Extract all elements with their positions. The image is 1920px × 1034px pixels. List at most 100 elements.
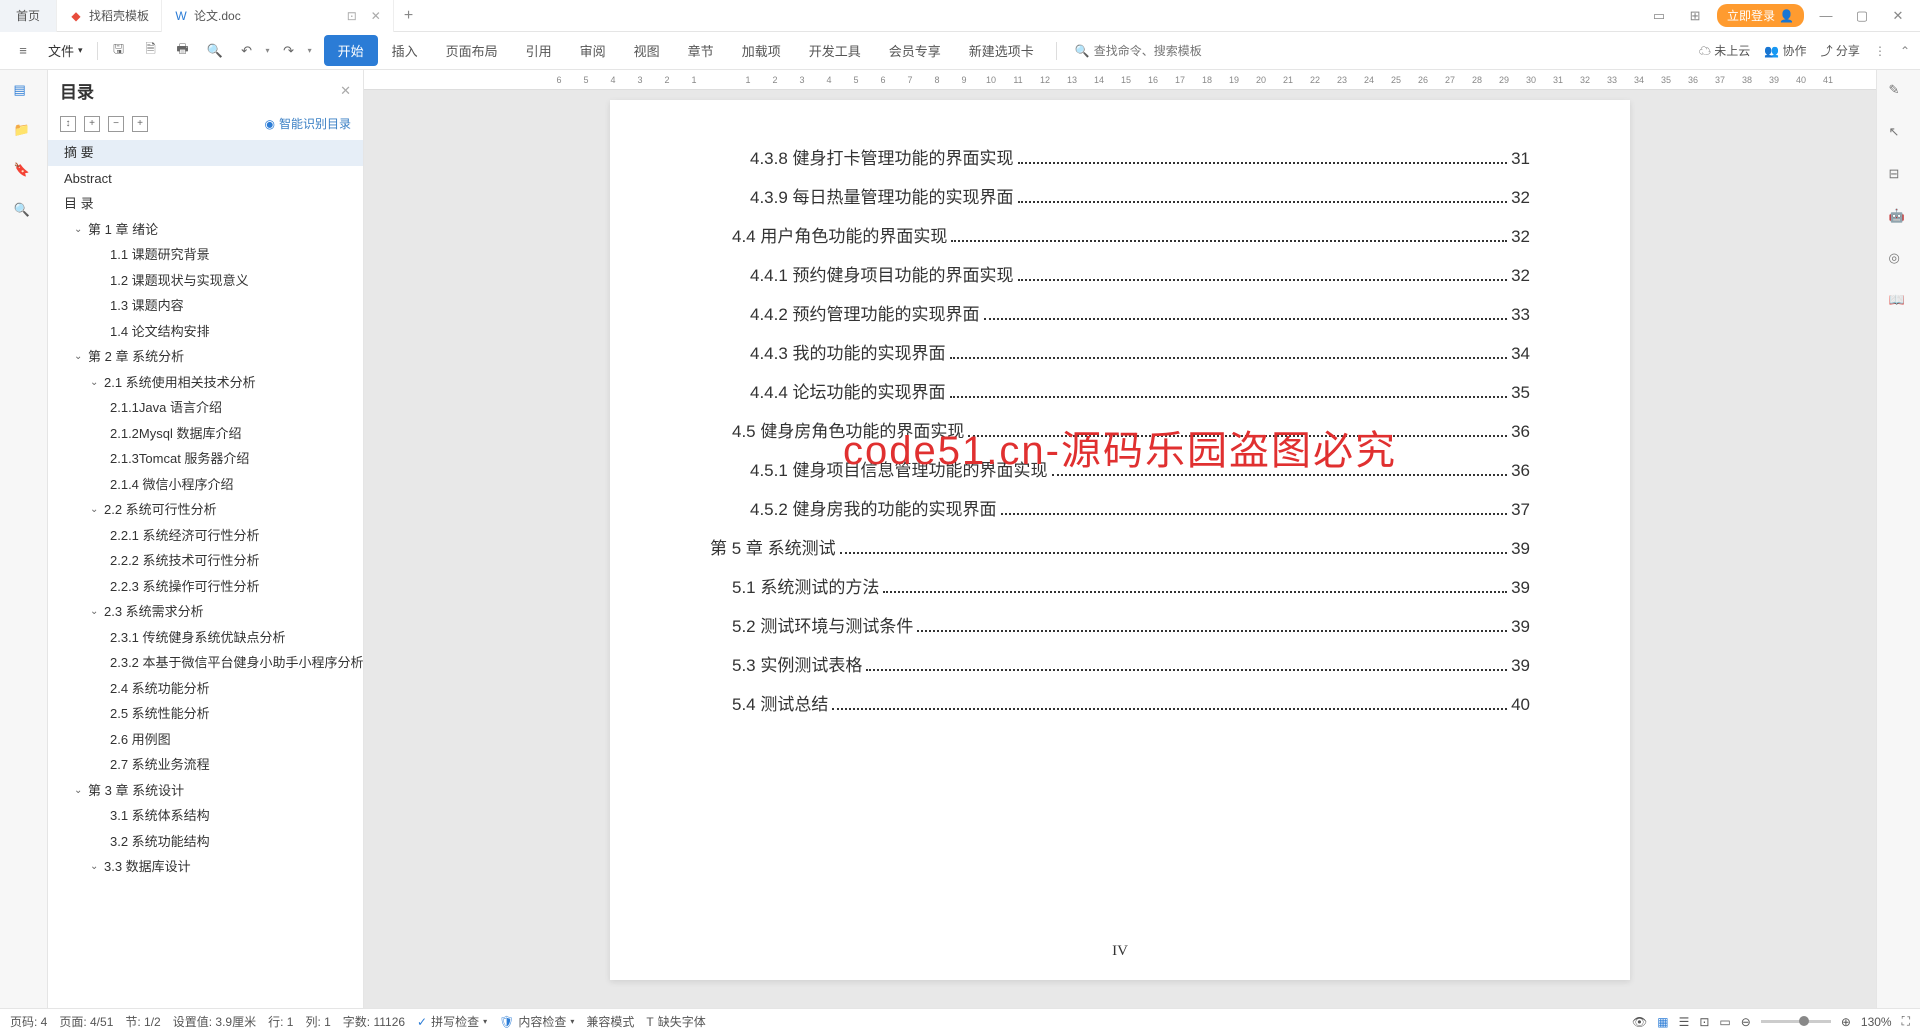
caret-icon[interactable]: ⌄ — [74, 783, 84, 798]
menu-tab-9[interactable]: 会员专享 — [875, 35, 955, 66]
status-row[interactable]: 行: 1 — [268, 1013, 293, 1030]
settings-icon[interactable]: ⊟ — [1889, 166, 1909, 186]
tab-templates[interactable]: ◆找稻壳模板 — [57, 0, 162, 32]
redo-icon[interactable]: ↷ — [276, 38, 302, 64]
login-button[interactable]: 立即登录👤 — [1717, 4, 1804, 27]
outline-item[interactable]: 3.2 系统功能结构 — [48, 829, 363, 855]
layout-icon[interactable]: ▭ — [1645, 2, 1673, 30]
outline-list[interactable]: 摘 要Abstract目 录⌄第 1 章 绪论1.1 课题研究背景1.2 课题现… — [48, 140, 363, 1008]
toc-line[interactable]: 4.4 用户角色功能的界面实现32 — [710, 222, 1530, 247]
menu-tab-1[interactable]: 插入 — [378, 35, 432, 66]
menu-tab-8[interactable]: 开发工具 — [795, 35, 875, 66]
toc-line[interactable]: 4.4.4 论坛功能的实现界面35 — [710, 378, 1530, 403]
cursor-icon[interactable]: ↖ — [1889, 124, 1909, 144]
caret-icon[interactable]: ⌄ — [90, 502, 100, 517]
status-col[interactable]: 列: 1 — [305, 1013, 330, 1030]
ruler[interactable]: 6543211234567891011121314151617181920212… — [364, 70, 1876, 90]
missing-font[interactable]: T缺失字体 — [646, 1013, 705, 1030]
share-button[interactable]: ⤴ 分享 — [1821, 42, 1860, 59]
zoom-level[interactable]: 130% — [1861, 1015, 1892, 1029]
outline-item[interactable]: ⌄第 2 章 系统分析 — [48, 344, 363, 370]
outline-item[interactable]: 2.7 系统业务流程 — [48, 752, 363, 778]
status-words[interactable]: 字数: 11126 — [343, 1013, 405, 1030]
outline-item[interactable]: 2.2.1 系统经济可行性分析 — [48, 523, 363, 549]
tab-document[interactable]: W论文.doc⊡✕ — [162, 0, 394, 32]
status-pagecode[interactable]: 页码: 4 — [10, 1013, 47, 1030]
caret-icon[interactable]: ⌄ — [74, 222, 84, 237]
minimize-icon[interactable]: — — [1812, 2, 1840, 30]
expand-icon[interactable]: ⌃ — [1900, 44, 1910, 58]
toc-line[interactable]: 4.4.1 预约健身项目功能的界面实现32 — [710, 261, 1530, 286]
folder-icon[interactable]: 📁 — [14, 122, 34, 142]
view-web-icon[interactable]: ⊡ — [1699, 1015, 1709, 1029]
close-panel-icon[interactable]: ✕ — [340, 83, 351, 99]
outline-item[interactable]: ⌄2.2 系统可行性分析 — [48, 497, 363, 523]
toc-line[interactable]: 4.3.9 每日热量管理功能的实现界面32 — [710, 183, 1530, 208]
toc-line[interactable]: 4.5.1 健身项目信息管理功能的界面实现36 — [710, 456, 1530, 481]
expand-all-icon[interactable]: + — [84, 116, 100, 132]
redo-dropdown-icon[interactable]: ▾ — [308, 46, 312, 55]
outline-item[interactable]: 2.1.2Mysql 数据库介绍 — [48, 421, 363, 447]
menu-tab-7[interactable]: 加载项 — [728, 35, 795, 66]
outline-item[interactable]: 2.1.3Tomcat 服务器介绍 — [48, 446, 363, 472]
outline-item[interactable]: ⌄2.1 系统使用相关技术分析 — [48, 370, 363, 396]
search-panel-icon[interactable]: 🔍 — [14, 202, 34, 222]
collapse-all-icon[interactable]: − — [108, 116, 124, 132]
add-icon[interactable]: + — [132, 116, 148, 132]
outline-item[interactable]: 2.4 系统功能分析 — [48, 676, 363, 702]
outline-item[interactable]: 2.1.1Java 语言介绍 — [48, 395, 363, 421]
outline-item[interactable]: ⌄2.3 系统需求分析 — [48, 599, 363, 625]
view-page-icon[interactable]: ▦ — [1657, 1015, 1668, 1029]
zoom-out-icon[interactable]: ⊖ — [1741, 1015, 1751, 1029]
outline-item[interactable]: 2.5 系统性能分析 — [48, 701, 363, 727]
undo-icon[interactable]: ↶ — [234, 38, 260, 64]
menu-tab-2[interactable]: 页面布局 — [432, 35, 512, 66]
outline-item[interactable]: 1.2 课题现状与实现意义 — [48, 268, 363, 294]
eye-icon[interactable]: 👁 — [1632, 1015, 1647, 1029]
outline-item[interactable]: 2.2.3 系统操作可行性分析 — [48, 574, 363, 600]
fullscreen-icon[interactable]: ⛶ — [1902, 1014, 1910, 1029]
outline-item[interactable]: 2.6 用例图 — [48, 727, 363, 753]
toc-line[interactable]: 4.5.2 健身房我的功能的实现界面37 — [710, 495, 1530, 520]
cloud-status[interactable]: ☁ 未上云 — [1699, 42, 1750, 59]
view-read-icon[interactable]: ▭ — [1719, 1015, 1730, 1029]
contentcheck-button[interactable]: 🛡内容检查▾ — [499, 1013, 574, 1030]
spellcheck-button[interactable]: ✓拼写检查▾ — [417, 1013, 487, 1030]
menu-tab-5[interactable]: 视图 — [620, 35, 674, 66]
outline-item[interactable]: ⌄3.3 数据库设计 — [48, 854, 363, 880]
view-outline-icon[interactable]: ☰ — [1679, 1015, 1690, 1029]
outline-item[interactable]: 3.1 系统体系结构 — [48, 803, 363, 829]
status-setval[interactable]: 设置值: 3.9厘米 — [173, 1013, 256, 1030]
preview-icon[interactable]: 🔍 — [202, 38, 228, 64]
assistant-icon[interactable]: 🤖 — [1889, 208, 1909, 228]
toc-line[interactable]: 第 5 章 系统测试39 — [710, 534, 1530, 559]
outline-panel-icon[interactable]: ▤ — [14, 82, 34, 102]
compat-mode[interactable]: 兼容模式 — [586, 1013, 634, 1030]
caret-icon[interactable]: ⌄ — [90, 859, 100, 874]
caret-icon[interactable]: ⌄ — [90, 375, 100, 390]
outline-item[interactable]: 2.1.4 微信小程序介绍 — [48, 472, 363, 498]
outline-item[interactable]: 摘 要 — [48, 140, 363, 166]
smart-toc-button[interactable]: ◉智能识别目录 — [265, 115, 352, 132]
menu-tab-6[interactable]: 章节 — [674, 35, 728, 66]
menu-tab-10[interactable]: 新建选项卡 — [955, 35, 1048, 66]
toc-line[interactable]: 4.4.3 我的功能的实现界面34 — [710, 339, 1530, 364]
hamburger-icon[interactable]: ≡ — [10, 38, 36, 64]
toc-line[interactable]: 5.4 测试总结40 — [710, 690, 1530, 715]
command-search[interactable]: 🔍 — [1075, 44, 1214, 58]
tab-close-icon[interactable]: ✕ — [371, 9, 381, 23]
outline-item[interactable]: 2.2.2 系统技术可行性分析 — [48, 548, 363, 574]
toc-line[interactable]: 4.4.2 预约管理功能的实现界面33 — [710, 300, 1530, 325]
caret-icon[interactable]: ⌄ — [90, 604, 100, 619]
outline-item[interactable]: 2.3.2 本基于微信平台健身小助手小程序分析 — [48, 650, 363, 676]
toc-line[interactable]: 4.3.8 健身打卡管理功能的界面实现31 — [710, 144, 1530, 169]
outline-item[interactable]: 目 录 — [48, 191, 363, 217]
pen-icon[interactable]: ✎ — [1889, 82, 1909, 102]
collapse-icon[interactable]: ↕ — [60, 116, 76, 132]
outline-item[interactable]: ⌄第 1 章 绪论 — [48, 217, 363, 243]
toc-line[interactable]: 4.5 健身房角色功能的界面实现36 — [710, 417, 1530, 442]
toc-line[interactable]: 5.2 测试环境与测试条件39 — [710, 612, 1530, 637]
outline-item[interactable]: 1.4 论文结构安排 — [48, 319, 363, 345]
toc-line[interactable]: 5.1 系统测试的方法39 — [710, 573, 1530, 598]
toc-line[interactable]: 5.3 实例测试表格39 — [710, 651, 1530, 676]
